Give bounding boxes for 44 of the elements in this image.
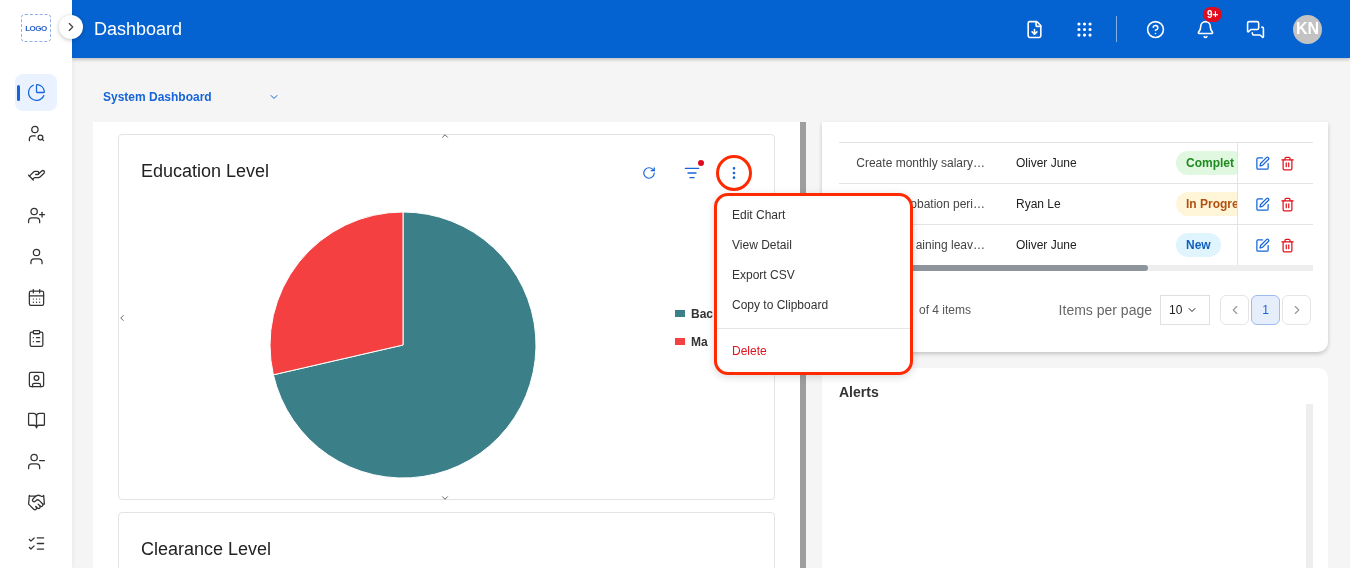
book-icon xyxy=(26,411,46,430)
legend-label: Bac xyxy=(691,306,713,321)
chevron-down-icon[interactable] xyxy=(440,493,450,503)
user-minus-icon xyxy=(26,452,46,471)
edit-icon[interactable] xyxy=(1255,196,1270,212)
items-per-page-label: Items per page xyxy=(1058,302,1152,318)
contact-card-icon xyxy=(26,370,46,389)
trash-icon[interactable] xyxy=(1280,155,1295,171)
menu-item[interactable]: Edit Chart xyxy=(717,200,910,230)
handshake-icon xyxy=(26,493,46,512)
table-cell-text: Ryan Le xyxy=(1015,196,1062,213)
page-title: Dashboard xyxy=(94,18,184,40)
items-per-page-select[interactable]: 10 xyxy=(1160,295,1210,325)
trash-icon[interactable] xyxy=(1280,196,1295,212)
items-summary: of 4 items xyxy=(919,303,972,317)
user-plus-icon xyxy=(26,206,46,225)
edit-icon[interactable] xyxy=(1255,237,1270,253)
status-badge: Complet xyxy=(1176,151,1237,175)
list-checks-icon xyxy=(26,534,46,553)
sidebar-item[interactable] xyxy=(15,74,57,111)
menu-item[interactable]: Copy to Clipboard xyxy=(717,290,910,320)
table-cell-text: aining leav… xyxy=(914,237,986,254)
status-badge: New xyxy=(1176,233,1221,257)
chevron-up-icon[interactable] xyxy=(440,131,450,141)
calendar-icon xyxy=(26,288,46,307)
chevron-left-icon[interactable] xyxy=(117,313,127,323)
logo: LOGO xyxy=(21,14,51,42)
dashboard-select[interactable]: System Dashboard xyxy=(103,90,280,104)
pie-chart-icon xyxy=(26,83,46,102)
page-button[interactable]: 1 xyxy=(1251,295,1280,325)
edit-icon[interactable] xyxy=(1255,155,1270,171)
menu-item[interactable]: Export CSV xyxy=(717,260,910,290)
notification-badge: 9+ xyxy=(1203,7,1223,22)
menu-item[interactable]: View Detail xyxy=(717,230,910,260)
table-cell-text: Oliver June xyxy=(1015,237,1078,254)
legend-label: Ma xyxy=(691,334,708,349)
expand-sidebar-button[interactable] xyxy=(59,15,83,39)
card-title: Clearance Level xyxy=(141,539,273,560)
table-cell-text: Create monthly salary… xyxy=(855,155,986,172)
trash-icon[interactable] xyxy=(1280,237,1295,253)
card-title: Alerts xyxy=(839,384,880,400)
user-search-icon xyxy=(26,124,46,143)
table-cell-text: Oliver June xyxy=(1015,155,1078,172)
card-title: Education Level xyxy=(141,161,271,182)
